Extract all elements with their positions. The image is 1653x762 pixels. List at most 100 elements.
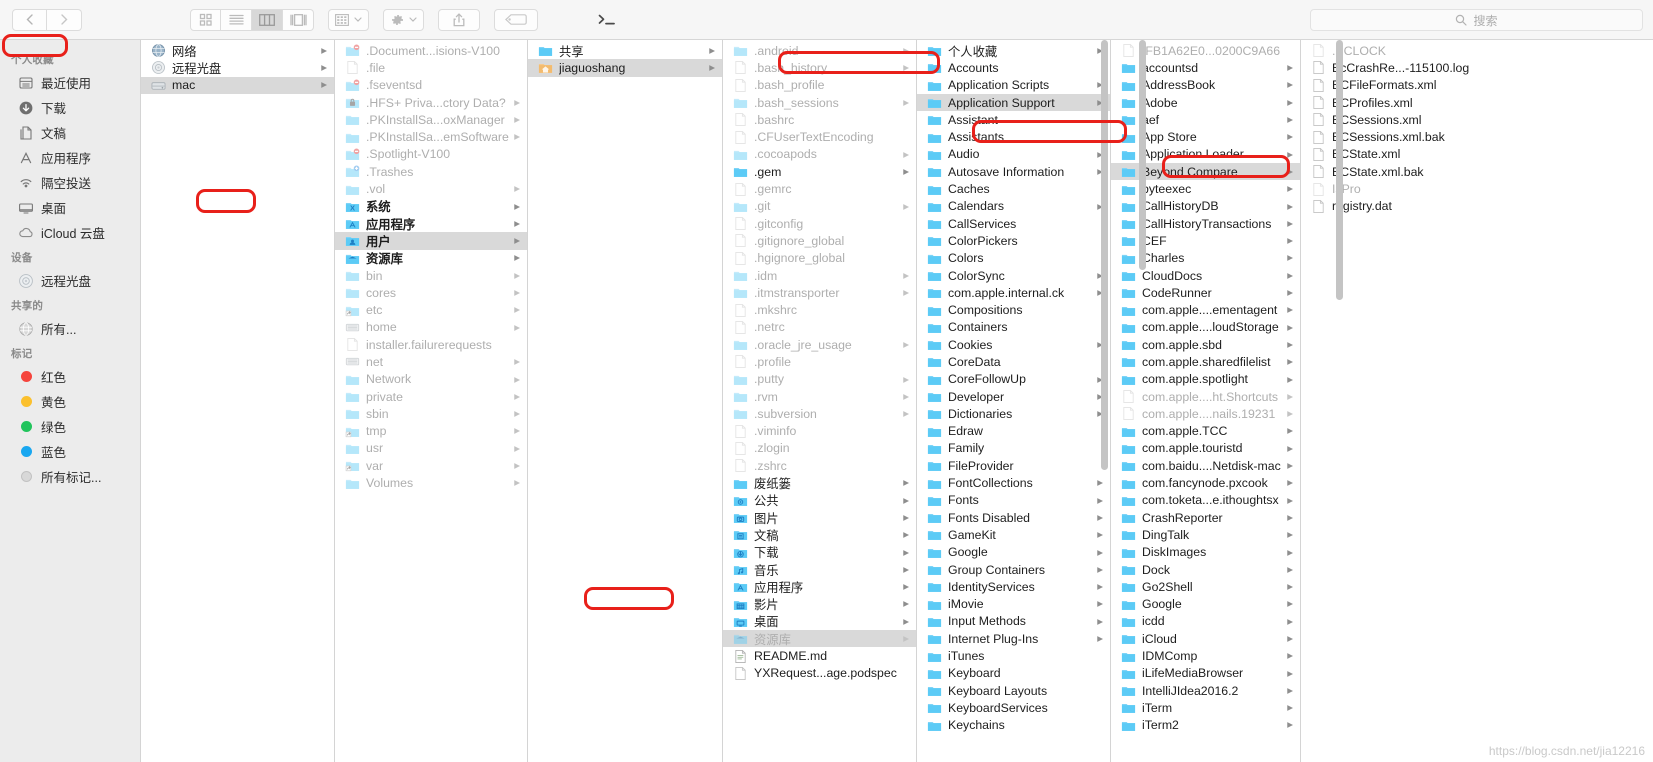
- disclosure-arrow-icon[interactable]: ▶: [1287, 64, 1293, 72]
- disclosure-arrow-icon[interactable]: ▶: [903, 151, 909, 159]
- disclosure-arrow-icon[interactable]: ▶: [1287, 618, 1293, 626]
- file-row[interactable]: Fonts Disabled ▶: [917, 509, 1110, 526]
- disclosure-arrow-icon[interactable]: ▶: [1287, 358, 1293, 366]
- disclosure-arrow-icon[interactable]: ▶: [1287, 133, 1293, 141]
- share-button[interactable]: [438, 8, 480, 31]
- disclosure-arrow-icon[interactable]: ▶: [514, 306, 520, 314]
- file-row[interactable]: Input Methods ▶: [917, 613, 1110, 630]
- file-row[interactable]: iTunes: [917, 647, 1110, 664]
- disclosure-arrow-icon[interactable]: ▶: [1287, 99, 1293, 107]
- file-row[interactable]: sbin ▶: [335, 405, 527, 422]
- disclosure-arrow-icon[interactable]: ▶: [903, 531, 909, 539]
- disclosure-arrow-icon[interactable]: ▶: [1287, 324, 1293, 332]
- file-row[interactable]: YXRequest...age.podspec: [723, 665, 916, 682]
- file-row[interactable]: Developer▶: [917, 388, 1110, 405]
- file-row[interactable]: net ▶: [335, 353, 527, 370]
- file-row[interactable]: .gem ▶: [723, 163, 916, 180]
- arrange-dropdown[interactable]: [328, 8, 369, 31]
- column-scrollbar[interactable]: [1334, 40, 1345, 762]
- file-row[interactable]: .zshrc: [723, 457, 916, 474]
- file-row[interactable]: .subversion ▶: [723, 405, 916, 422]
- file-row[interactable]: Internet Plug-Ins ▶: [917, 630, 1110, 647]
- file-row[interactable]: var ▶: [335, 457, 527, 474]
- file-row[interactable]: 远程光盘 ▶: [141, 59, 334, 76]
- disclosure-arrow-icon[interactable]: ▶: [903, 618, 909, 626]
- column-users[interactable]: 共享 ▶ jiaguoshang ▶: [528, 40, 723, 762]
- file-row[interactable]: .git ▶: [723, 198, 916, 215]
- disclosure-arrow-icon[interactable]: ▶: [903, 566, 909, 574]
- file-row[interactable]: .BCLOCK: [1301, 42, 1653, 59]
- list-view-button[interactable]: [221, 8, 252, 31]
- file-row[interactable]: GameKit ▶: [917, 526, 1110, 543]
- terminal-button[interactable]: [594, 9, 622, 31]
- disclosure-arrow-icon[interactable]: ▶: [1287, 289, 1293, 297]
- disclosure-arrow-icon[interactable]: ▶: [1287, 272, 1293, 280]
- file-row[interactable]: FontCollections ▶: [917, 474, 1110, 491]
- disclosure-arrow-icon[interactable]: ▶: [1287, 721, 1293, 729]
- file-row[interactable]: Accounts: [917, 59, 1110, 76]
- file-row[interactable]: ColorSync▶: [917, 267, 1110, 284]
- disclosure-arrow-icon[interactable]: ▶: [1287, 306, 1293, 314]
- file-row[interactable]: Volumes ▶: [335, 474, 527, 491]
- file-row[interactable]: installer.failurerequests: [335, 336, 527, 353]
- file-row[interactable]: Autosave Information▶: [917, 163, 1110, 180]
- disclosure-arrow-icon[interactable]: ▶: [1287, 445, 1293, 453]
- file-row[interactable]: 应用程序 ▶: [723, 578, 916, 595]
- column-volumes[interactable]: 网络 ▶ 远程光盘 ▶ mac ▶: [141, 40, 335, 762]
- file-row[interactable]: Caches: [917, 180, 1110, 197]
- disclosure-arrow-icon[interactable]: ▶: [1287, 652, 1293, 660]
- file-row[interactable]: .gitignore_global: [723, 232, 916, 249]
- disclosure-arrow-icon[interactable]: ▶: [709, 64, 715, 72]
- file-row[interactable]: .PKInstallSa...oxManager ▶: [335, 111, 527, 128]
- disclosure-arrow-icon[interactable]: ▶: [903, 635, 909, 643]
- disclosure-arrow-icon[interactable]: ▶: [514, 220, 520, 228]
- scrollbar-thumb[interactable]: [1336, 40, 1343, 300]
- disclosure-arrow-icon[interactable]: ▶: [514, 427, 520, 435]
- file-row[interactable]: .gitconfig: [723, 215, 916, 232]
- disclosure-arrow-icon[interactable]: ▶: [1287, 185, 1293, 193]
- sidebar[interactable]: 个人收藏 最近使用 下载 文稿 应用程序 隔空投送 桌面 iCloud 云盘 设备 远程光盘 共享的…: [0, 40, 141, 762]
- column-application-support[interactable]: .FB1A62E0...0200C9A66 accountsd ▶ AddressBo…: [1111, 40, 1301, 762]
- disclosure-arrow-icon[interactable]: ▶: [903, 64, 909, 72]
- file-row[interactable]: .fseventsd: [335, 77, 527, 94]
- disclosure-arrow-icon[interactable]: ▶: [1287, 497, 1293, 505]
- file-row[interactable]: .netrc: [723, 319, 916, 336]
- disclosure-arrow-icon[interactable]: ▶: [514, 289, 520, 297]
- disclosure-arrow-icon[interactable]: ▶: [1287, 254, 1293, 262]
- disclosure-arrow-icon[interactable]: ▶: [1287, 479, 1293, 487]
- sidebar-item-绿色[interactable]: 绿色: [0, 414, 140, 439]
- file-row[interactable]: 桌面 ▶: [723, 613, 916, 630]
- file-row[interactable]: X 系统 ▶: [335, 198, 527, 215]
- file-row[interactable]: .cocoapods ▶: [723, 146, 916, 163]
- disclosure-arrow-icon[interactable]: ▶: [903, 479, 909, 487]
- file-row[interactable]: .Trashes: [335, 163, 527, 180]
- disclosure-arrow-icon[interactable]: ▶: [514, 358, 520, 366]
- disclosure-arrow-icon[interactable]: ▶: [1287, 151, 1293, 159]
- file-row[interactable]: Assistants: [917, 128, 1110, 145]
- action-dropdown[interactable]: [383, 8, 424, 31]
- file-row[interactable]: bin ▶: [335, 267, 527, 284]
- file-row[interactable]: home ▶: [335, 319, 527, 336]
- disclosure-arrow-icon[interactable]: ▶: [1287, 393, 1293, 401]
- disclosure-arrow-icon[interactable]: ▶: [1287, 203, 1293, 211]
- scrollbar-thumb[interactable]: [1101, 40, 1108, 470]
- file-row[interactable]: BcCrashRe...-115100.log: [1301, 59, 1653, 76]
- file-row[interactable]: IdentityServices ▶: [917, 578, 1110, 595]
- disclosure-arrow-icon[interactable]: ▶: [321, 64, 327, 72]
- file-row[interactable]: iMovie ▶: [917, 596, 1110, 613]
- disclosure-arrow-icon[interactable]: ▶: [1287, 462, 1293, 470]
- file-row[interactable]: 网络 ▶: [141, 42, 334, 59]
- disclosure-arrow-icon[interactable]: ▶: [1287, 600, 1293, 608]
- scrollbar-thumb[interactable]: [1139, 40, 1146, 270]
- file-row-selected[interactable]: jiaguoshang ▶: [528, 59, 722, 77]
- file-row[interactable]: 下载 ▶: [723, 544, 916, 561]
- disclosure-arrow-icon[interactable]: ▶: [903, 410, 909, 418]
- sidebar-item-最近使用[interactable]: 最近使用: [0, 70, 140, 95]
- file-row[interactable]: Group Containers ▶: [917, 561, 1110, 578]
- file-row[interactable]: .rvm ▶: [723, 388, 916, 405]
- disclosure-arrow-icon[interactable]: ▶: [903, 548, 909, 557]
- disclosure-arrow-icon[interactable]: ▶: [1287, 531, 1293, 539]
- file-row[interactable]: Colors: [917, 250, 1110, 267]
- file-row-selected[interactable]: 用户 ▶: [335, 232, 527, 250]
- disclosure-arrow-icon[interactable]: ▶: [514, 203, 520, 211]
